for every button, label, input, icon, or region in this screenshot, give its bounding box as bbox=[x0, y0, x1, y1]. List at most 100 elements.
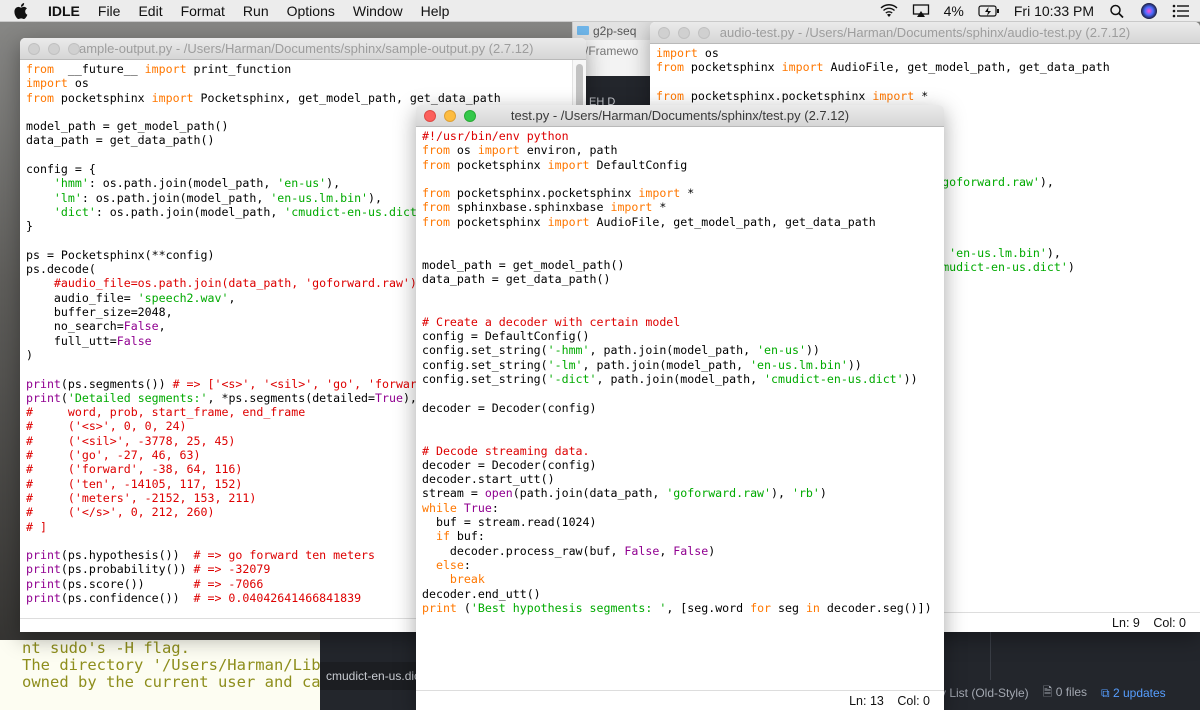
code-keyword: from bbox=[26, 62, 54, 76]
code-line: from os import environ, path bbox=[422, 143, 944, 157]
notification-center-icon[interactable] bbox=[1172, 4, 1190, 18]
code-text: pocketsphinx bbox=[449, 214, 548, 229]
code-keyword: import bbox=[781, 60, 824, 75]
close-button[interactable] bbox=[28, 43, 40, 55]
code-keyword: from bbox=[422, 157, 450, 172]
terminal-line: The directory '/Users/Harman/Lib bbox=[22, 656, 321, 674]
code-keyword: import bbox=[151, 90, 194, 105]
code-keyword: from bbox=[422, 143, 450, 158]
wifi-icon[interactable] bbox=[880, 4, 898, 18]
window-titlebar[interactable]: test.py - /Users/Harman/Documents/sphinx… bbox=[416, 105, 944, 127]
code-line: from pocketsphinx import AudioFile, get_… bbox=[422, 215, 944, 229]
code-text: ( bbox=[60, 390, 68, 405]
minimize-button[interactable] bbox=[48, 43, 60, 55]
menu-options[interactable]: Options bbox=[287, 3, 335, 19]
code-keyword: from bbox=[422, 186, 450, 201]
code-text: buf: bbox=[449, 529, 485, 544]
code-text: ) bbox=[708, 543, 716, 558]
code-text: ps.decode( bbox=[26, 262, 96, 277]
code-string: 'goforward.raw' bbox=[935, 174, 1040, 189]
code-text: model_path = get_model_path() bbox=[26, 119, 229, 134]
zoom-button[interactable] bbox=[464, 110, 476, 122]
code-text: buffer_size=2048, bbox=[26, 305, 173, 320]
code-string: '-hmm' bbox=[547, 343, 590, 358]
code-keyword: import bbox=[547, 214, 590, 229]
menu-clock[interactable]: Fri 10:33 PM bbox=[1014, 3, 1094, 19]
code-string: '-dict' bbox=[547, 372, 597, 387]
grammar-selector[interactable]: y List (Old-Style) bbox=[940, 686, 1029, 700]
menu-format[interactable]: Format bbox=[181, 3, 225, 19]
code-string: 'speech2.wav' bbox=[137, 290, 229, 305]
git-files-status[interactable]: 🗎 0 files bbox=[1043, 683, 1087, 704]
code-builtin: print bbox=[26, 590, 61, 605]
code-line: config.set_string('-hmm', path.join(mode… bbox=[422, 343, 944, 357]
menu-window[interactable]: Window bbox=[353, 3, 403, 19]
menu-app-idle[interactable]: IDLE bbox=[48, 3, 80, 19]
code-line: data_path = get_data_path() bbox=[422, 272, 944, 286]
code-text: , bbox=[158, 319, 166, 334]
window-titlebar[interactable]: audio-test.py - /Users/Harman/Documents/… bbox=[650, 22, 1200, 44]
siri-icon[interactable] bbox=[1140, 2, 1158, 20]
close-button[interactable] bbox=[424, 110, 436, 122]
code-text: : bbox=[463, 557, 471, 572]
terminal-line: nt sudo's -H flag. bbox=[22, 640, 190, 657]
zoom-button[interactable] bbox=[698, 27, 710, 39]
code-keyword: import bbox=[872, 88, 915, 103]
code-text: decoder.seg()]) bbox=[819, 600, 932, 615]
code-text: audio_file= bbox=[26, 290, 138, 305]
code-text: os bbox=[67, 76, 89, 91]
code-text: AudioFile, get_model_path, get_data_path bbox=[589, 214, 876, 229]
code-text: DefaultConfig bbox=[589, 157, 688, 172]
menu-edit[interactable]: Edit bbox=[138, 3, 162, 19]
code-text: sphinxbase.sphinxbase bbox=[449, 200, 611, 215]
code-text: , bbox=[228, 290, 236, 305]
spotlight-search-icon[interactable] bbox=[1108, 4, 1126, 18]
menu-run[interactable]: Run bbox=[243, 3, 269, 19]
code-string: 'Best hypothesis segments: ' bbox=[470, 600, 667, 615]
code-comment: # ('<sil>', -3778, 25, 45) bbox=[26, 433, 236, 448]
code-line: #!/usr/bin/env python bbox=[422, 129, 944, 143]
code-builtin: print bbox=[26, 376, 61, 391]
code-text: data_path = get_data_path() bbox=[26, 133, 215, 148]
code-text: , bbox=[659, 543, 674, 558]
minimize-button[interactable] bbox=[444, 110, 456, 122]
code-line: config.set_string('-dict', path.join(mod… bbox=[422, 372, 944, 386]
code-text: AudioFile, get_model_path, get_data_path bbox=[823, 60, 1110, 75]
menu-file[interactable]: File bbox=[98, 3, 121, 19]
code-text: stream = bbox=[422, 486, 485, 501]
updates-status[interactable]: ⧉ 2 updates bbox=[1101, 686, 1166, 701]
code-line: decoder.process_raw(buf, False, False) bbox=[422, 544, 944, 558]
minimize-button[interactable] bbox=[678, 27, 690, 39]
code-comment: # ('ten', -14105, 117, 152) bbox=[26, 476, 243, 491]
code-editor[interactable]: #!/usr/bin/env python from os import envi… bbox=[416, 127, 944, 690]
code-text: config.set_string( bbox=[422, 372, 548, 387]
code-line: while True: bbox=[422, 501, 944, 515]
airplay-icon[interactable] bbox=[912, 4, 930, 18]
zoom-button[interactable] bbox=[68, 43, 80, 55]
code-line: decoder = Decoder(config) bbox=[422, 458, 944, 472]
code-line: from pocketsphinx import Pocketsphinx, g… bbox=[26, 91, 586, 105]
code-text: , *ps.segments(detailed= bbox=[207, 390, 376, 405]
apple-menu-icon[interactable] bbox=[14, 2, 28, 19]
code-text: (ps.confidence()) bbox=[60, 590, 194, 605]
code-text: buf = stream.read(1024) bbox=[422, 515, 597, 530]
window-titlebar[interactable]: sample-output.py - /Users/Harman/Documen… bbox=[20, 38, 586, 60]
code-text: config.set_string( bbox=[422, 357, 548, 372]
code-line: from pocketsphinx import AudioFile, get_… bbox=[656, 60, 1200, 74]
code-line: import os bbox=[26, 76, 586, 90]
menu-help[interactable]: Help bbox=[421, 3, 450, 19]
code-keyword: from bbox=[422, 200, 450, 215]
code-text: , path.join(model_path, bbox=[596, 372, 765, 387]
code-line: # Create a decoder with certain model bbox=[422, 315, 944, 329]
code-keyword: from bbox=[422, 214, 450, 229]
battery-charging-icon[interactable] bbox=[978, 4, 1000, 18]
code-text: ) bbox=[1067, 260, 1075, 275]
close-button[interactable] bbox=[658, 27, 670, 39]
